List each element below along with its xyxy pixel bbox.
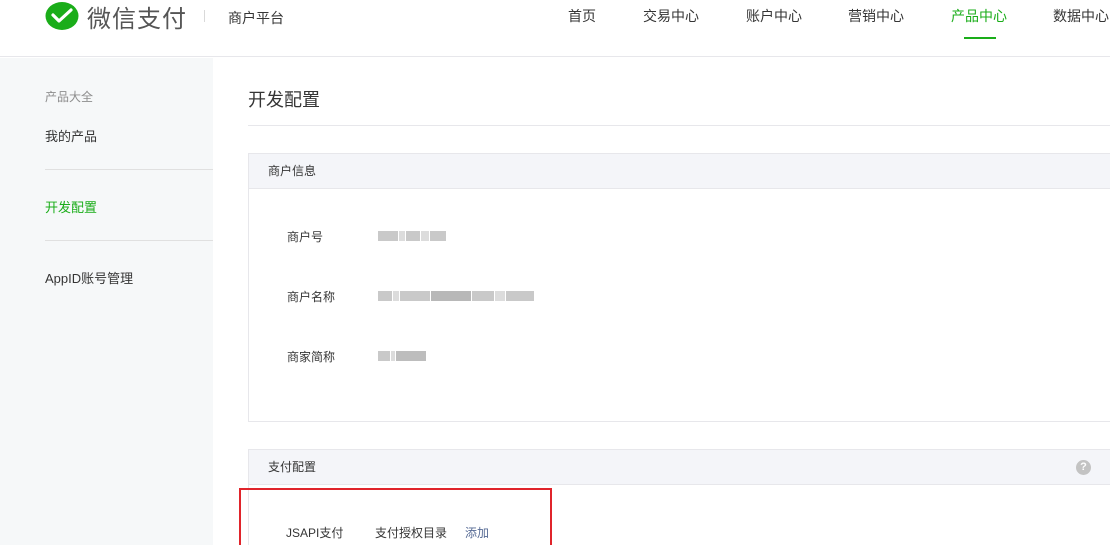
nav-products[interactable]: 产品中心 [951,6,1007,26]
page-title: 开发配置 [248,90,320,110]
title-divider [248,125,1110,126]
merchant-short-name-value-redacted [378,351,427,361]
sidebar-section-title: 产品大全 [45,90,94,104]
nav-account[interactable]: 账户中心 [746,6,802,26]
merchant-info-panel: 商户信息 商户号 商户名称 商家简称 [248,153,1110,422]
merchant-short-name-label: 商家简称 [287,350,336,364]
merchant-id-label: 商户号 [287,230,324,244]
panel-title: 支付配置 [268,460,317,474]
nav-data[interactable]: 数据中心 [1053,6,1109,26]
nav-marketing[interactable]: 营销中心 [848,6,904,26]
panel-title: 商户信息 [268,164,317,178]
panel-header: 商户信息 [249,154,1110,189]
sidebar-divider [45,240,213,241]
merchant-name-value-redacted [378,291,535,301]
sidebar: 产品大全 我的产品 开发配置 AppID账号管理 [0,58,213,545]
top-header: 微信支付 商户平台 首页 交易中心 账户中心 营销中心 产品中心 数据中心 [0,0,1110,57]
top-nav: 首页 交易中心 账户中心 营销中心 产品中心 数据中心 [0,6,1110,39]
nav-home[interactable]: 首页 [568,6,596,26]
sidebar-item-appid-management[interactable]: AppID账号管理 [45,268,133,287]
merchant-id-value-redacted [378,231,447,241]
nav-active-indicator [964,37,996,39]
sidebar-divider [45,169,213,170]
merchant-name-label: 商户名称 [287,290,336,304]
sidebar-item-dev-config[interactable]: 开发配置 [45,197,97,216]
highlight-annotation-box [239,488,552,545]
sidebar-item-my-products[interactable]: 我的产品 [45,126,97,145]
help-icon[interactable]: ? [1076,460,1091,475]
nav-transactions[interactable]: 交易中心 [643,6,699,26]
panel-header: 支付配置 ? [249,450,1110,485]
